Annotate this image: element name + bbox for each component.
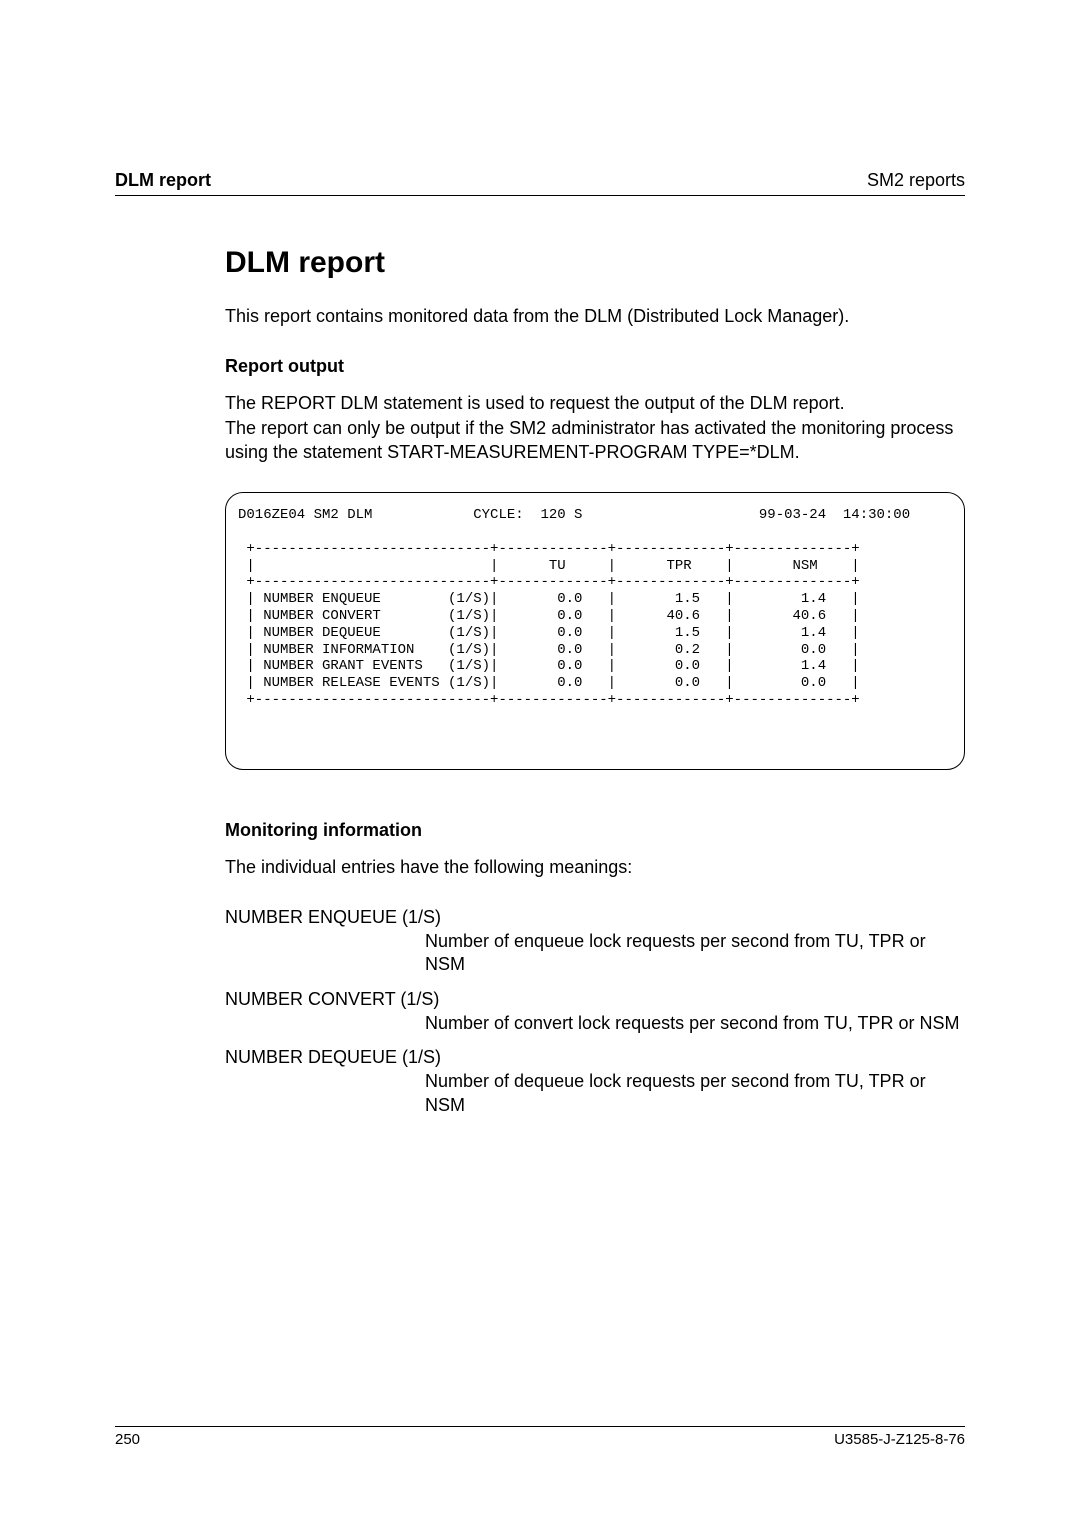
intro-paragraph: This report contains monitored data from… — [225, 304, 965, 328]
definition-body: Number of convert lock requests per seco… — [425, 1012, 965, 1035]
footer: 250 U3585-J-Z125-8-76 — [115, 1426, 965, 1448]
definition-term: NUMBER CONVERT (1/S) — [225, 989, 965, 1010]
definition-term: NUMBER ENQUEUE (1/S) — [225, 907, 965, 928]
monitoring-lead: The individual entries have the followin… — [225, 855, 965, 879]
report-output-heading: Report output — [225, 356, 965, 377]
definition-term: NUMBER DEQUEUE (1/S) — [225, 1047, 965, 1068]
doc-id: U3585-J-Z125-8-76 — [834, 1431, 965, 1448]
header-left: DLM report — [115, 170, 211, 191]
monitoring-heading: Monitoring information — [225, 820, 965, 841]
header-right: SM2 reports — [867, 170, 965, 191]
definition-body: Number of enqueue lock requests per seco… — [425, 930, 965, 977]
content-area: DLM report This report contains monitore… — [225, 246, 965, 1117]
definitions-list: NUMBER ENQUEUE (1/S)Number of enqueue lo… — [225, 907, 965, 1117]
page: DLM report SM2 reports DLM report This r… — [0, 0, 1080, 1528]
report-sample-block: D016ZE04 SM2 DLM CYCLE: 120 S 99-03-24 1… — [225, 492, 965, 770]
running-header: DLM report SM2 reports — [115, 170, 965, 196]
report-output-body: The REPORT DLM statement is used to requ… — [225, 391, 965, 464]
page-number: 250 — [115, 1431, 140, 1448]
page-title: DLM report — [225, 246, 965, 280]
definition-body: Number of dequeue lock requests per seco… — [425, 1070, 965, 1117]
